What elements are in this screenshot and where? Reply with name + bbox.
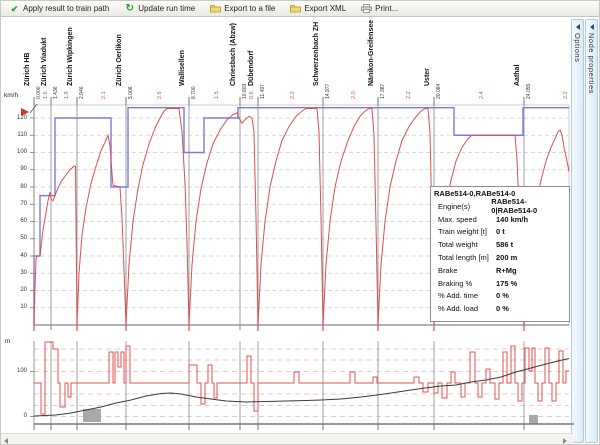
- info-row-label: % Add. time: [434, 291, 496, 300]
- info-row-value: 200 m: [496, 253, 517, 262]
- info-row: % Add. time0 %: [434, 290, 566, 303]
- train-info-box: RABe514-0,RABe514-0 Engine(s)RABe514-0|R…: [430, 186, 570, 322]
- info-row-value: R+Mg: [496, 266, 517, 275]
- info-row: % Add. load0 %: [434, 302, 566, 315]
- tunnel-marker: [529, 415, 538, 424]
- info-row: Train weight [t]0 t: [434, 226, 566, 239]
- train-start-marker: [21, 108, 29, 116]
- info-row: Engine(s)RABe514-0|RABe514-0: [434, 200, 566, 213]
- tunnel-marker: [83, 409, 101, 422]
- info-row-value: 175 %: [496, 279, 517, 288]
- elevation-line: [34, 359, 569, 417]
- info-row-label: Brake: [434, 266, 496, 275]
- info-row-value: RABe514-0|RABe514-0: [491, 197, 566, 215]
- train-run-window: ✔Apply result to train path↻Update run t…: [0, 0, 600, 445]
- info-row-value: 586 t: [496, 240, 513, 249]
- info-row-label: % Add. load: [434, 304, 496, 313]
- info-row-label: Train weight [t]: [434, 227, 496, 236]
- info-row-value: 140 km/h: [496, 215, 528, 224]
- info-row-label: Max. speed: [434, 215, 496, 224]
- info-row-label: Total weight: [434, 240, 496, 249]
- info-row-label: Braking %: [434, 279, 496, 288]
- info-row-value: 0 %: [496, 304, 509, 313]
- info-row-label: Engine(s): [434, 202, 491, 211]
- info-row-value: 0 %: [496, 291, 509, 300]
- info-row-label: Total length [m]: [434, 253, 496, 262]
- info-row: Total length [m]200 m: [434, 251, 566, 264]
- info-row-value: 0 t: [496, 227, 505, 236]
- info-row: BrakeR+Mg: [434, 264, 566, 277]
- info-row: Braking %175 %: [434, 277, 566, 290]
- info-row: Total weight586 t: [434, 238, 566, 251]
